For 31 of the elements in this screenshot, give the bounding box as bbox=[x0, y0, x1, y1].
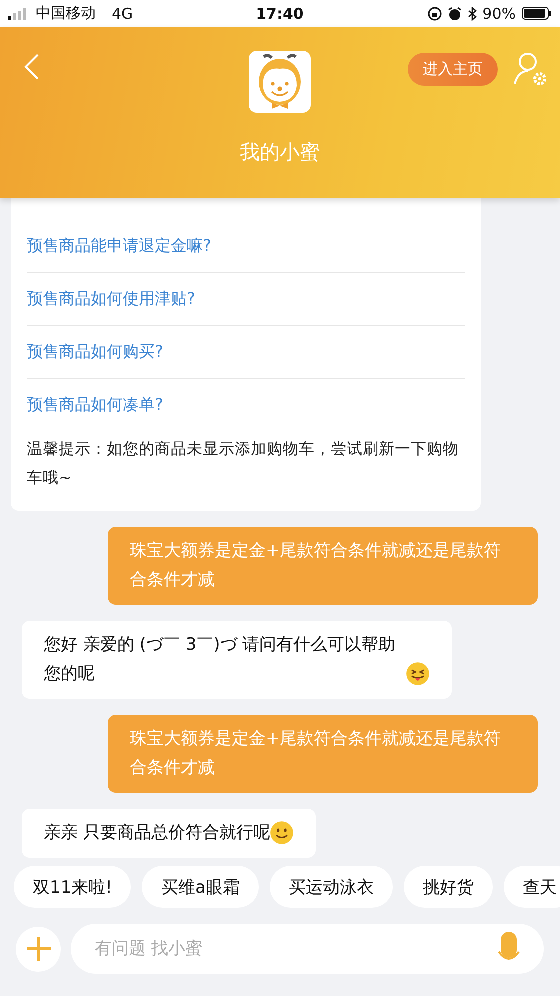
back-icon[interactable] bbox=[24, 54, 40, 80]
smile-emoji-icon bbox=[270, 821, 294, 845]
message-text: 珠宝大额券是定金+尾款符合条件就减还是尾款符合条件才减 bbox=[130, 540, 502, 592]
quick-reply-chip[interactable]: 买运动泳衣 bbox=[270, 866, 393, 908]
message-input-field[interactable]: 有问题 找小蜜 bbox=[71, 924, 544, 974]
battery-percent: 90% bbox=[482, 4, 516, 22]
faq-link[interactable]: 预售商品能申请退定金嘛? bbox=[27, 220, 465, 273]
message-text: 珠宝大额券是定金+尾款符合条件就减还是尾款符合条件才减 bbox=[130, 728, 502, 780]
quick-reply-chip[interactable]: 挑好货 bbox=[404, 866, 493, 908]
carrier-name: 中国移动 bbox=[36, 4, 96, 23]
quick-reply-chip[interactable]: 双11来啦! bbox=[14, 866, 132, 908]
page-title: 我的小蜜 bbox=[239, 139, 321, 166]
tip-text: 温馨提示：如您的商品未显示添加购物车，尝试刷新一下购物车哦~ bbox=[27, 439, 460, 489]
tongue-out-emoji-icon bbox=[406, 662, 430, 686]
faq-link[interactable]: 预售商品如何购买? bbox=[27, 326, 465, 379]
battery-icon bbox=[522, 7, 552, 20]
rotation-lock-icon bbox=[428, 6, 442, 20]
user-settings-icon[interactable] bbox=[512, 51, 548, 87]
plus-icon bbox=[26, 936, 52, 962]
bluetooth-icon bbox=[468, 6, 477, 20]
faq-link[interactable]: 预售商品如何凑单? bbox=[27, 379, 465, 431]
message-text: 您好 亲爱的 (づ￣ 3￣)づ 请问有什么可以帮助您的呢 bbox=[44, 634, 397, 686]
alarm-icon bbox=[448, 6, 462, 20]
faq-link[interactable]: 预售商品如何使用津贴? bbox=[27, 273, 465, 326]
add-button[interactable] bbox=[16, 926, 61, 972]
bee-mascot-logo bbox=[249, 51, 311, 113]
quick-reply-chip[interactable]: 买维a眼霜 bbox=[142, 866, 259, 908]
clock-time: 17:40 bbox=[256, 4, 304, 22]
message-text: 亲亲 只要商品总价符合就行呢 bbox=[44, 822, 270, 845]
quick-reply-chip[interactable]: 查天 bbox=[504, 866, 560, 908]
network-type: 4G bbox=[112, 4, 134, 22]
